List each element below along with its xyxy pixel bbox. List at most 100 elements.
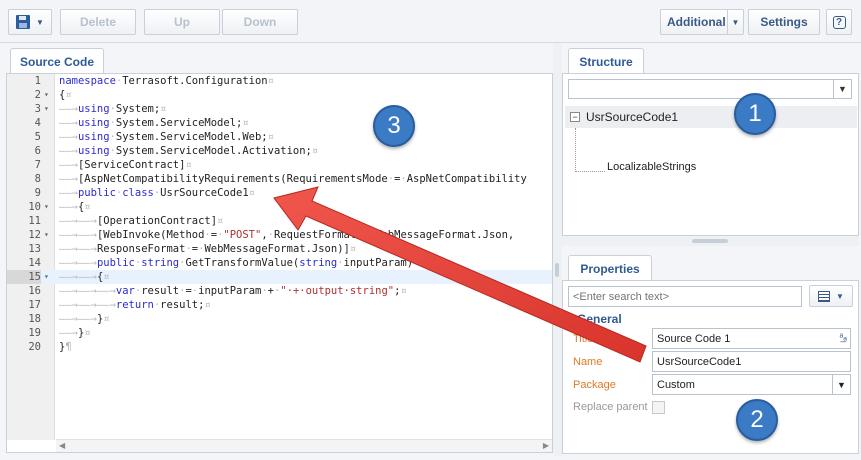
fold-toggle-icon[interactable]: ▾ — [44, 228, 49, 242]
line-number: 4 — [34, 117, 41, 129]
source-code-panel: Source Code 1 namespace·Terrasoft.Configu… — [6, 43, 553, 456]
line-number: 11 — [28, 215, 41, 227]
scroll-left-icon[interactable]: ◀ — [59, 441, 65, 450]
code-line[interactable]: 14 ——→——→public·string·GetTransformValue(… — [7, 256, 552, 270]
line-number: 19 — [28, 327, 41, 339]
save-button[interactable]: ▼ — [8, 9, 52, 35]
code-text: ——→——→——→var·result·=·inputParam·+·"·+·o… — [59, 285, 407, 297]
vertical-splitter[interactable] — [553, 43, 562, 456]
code-line[interactable]: 19 ——→}¤ — [7, 326, 552, 340]
code-text: ——→[AspNetCompatibilityRequirements(Requ… — [59, 173, 527, 185]
tab-structure[interactable]: Structure — [568, 48, 644, 74]
line-number: 15 — [7, 270, 41, 284]
help-icon: ? — [832, 15, 846, 29]
section-title-general[interactable]: General — [577, 312, 622, 326]
code-text: ——→——→{¤ — [59, 271, 110, 283]
code-line[interactable]: 1 namespace·Terrasoft.Configuration¤ — [7, 74, 552, 88]
code-line[interactable]: 16 ——→——→——→var·result·=·inputParam·+·"·+… — [7, 284, 552, 298]
fold-toggle-icon[interactable]: ▾ — [44, 88, 49, 102]
callout-badge-2: 2 — [736, 399, 778, 441]
chevron-down-icon[interactable]: ▼ — [36, 18, 44, 27]
horizontal-scrollbar[interactable]: ◀ ▶ — [56, 439, 552, 452]
line-number: 2 — [34, 89, 41, 101]
line-number: 17 — [28, 299, 41, 311]
callout-badge-1: 1 — [734, 93, 776, 135]
splitter-handle[interactable] — [692, 239, 728, 243]
code-line[interactable]: 8 ——→[AspNetCompatibilityRequirements(Req… — [7, 172, 552, 186]
name-field[interactable]: UsrSourceCode1 — [652, 351, 851, 372]
right-panel: Structure ▼ − UsrSourceCode1 Localizable… — [562, 43, 859, 456]
line-number: 18 — [28, 313, 41, 325]
chevron-down-icon[interactable]: ▼ — [832, 375, 850, 394]
code-text: ——→——→[OperationContract]¤ — [59, 215, 224, 227]
line-number: 8 — [34, 173, 41, 185]
code-line[interactable]: 18 ——→——→}¤ — [7, 312, 552, 326]
floppy-disk-icon — [16, 15, 31, 29]
code-line[interactable]: 7 ——→[ServiceContract]¤ — [7, 158, 552, 172]
translate-icon[interactable]: ᵃ̲ₐ — [840, 332, 847, 343]
tree-item-localizablestrings[interactable]: LocalizableStrings — [607, 161, 696, 173]
line-number: 10 — [28, 201, 41, 213]
help-button[interactable]: ? — [826, 9, 852, 35]
additional-button[interactable]: Additional ▼ — [660, 9, 744, 35]
scroll-right-icon[interactable]: ▶ — [543, 441, 549, 450]
code-line[interactable]: 12 ▾ ——→——→[WebInvoke(Method·=·"POST",·Req… — [7, 228, 552, 242]
fold-toggle-icon[interactable]: ▾ — [44, 102, 49, 116]
code-line[interactable]: 2 ▾ {¤ — [7, 88, 552, 102]
down-button[interactable]: Down — [222, 9, 298, 35]
delete-button[interactable]: Delete — [60, 9, 136, 35]
replace-parent-checkbox[interactable] — [652, 401, 665, 414]
chevron-down-icon: ▼ — [836, 291, 844, 301]
title-value: Source Code 1 — [657, 332, 731, 345]
view-mode-button[interactable]: ▼ — [809, 285, 853, 307]
code-editor[interactable]: 1 namespace·Terrasoft.Configuration¤ 2 ▾ {¤ 3… — [6, 73, 553, 453]
structure-select[interactable]: ▼ — [568, 79, 852, 99]
tab-source-code[interactable]: Source Code — [10, 48, 104, 74]
tree-item-usrsourcecode1[interactable]: − UsrSourceCode1 — [565, 106, 857, 128]
code-text: ——→——→——→return·result;¤ — [59, 299, 211, 311]
line-number: 6 — [34, 145, 41, 157]
code-line[interactable]: 13 ——→——→ResponseFormat·=·WebMessageForma… — [7, 242, 552, 256]
code-line[interactable]: 9 ——→public·class·UsrSourceCode1¤ — [7, 186, 552, 200]
code-line[interactable]: 10 ▾ ——→{¤ — [7, 200, 552, 214]
code-text: ——→{¤ — [59, 201, 91, 213]
chevron-down-icon[interactable]: ▼ — [833, 80, 851, 98]
title-label: Title — [573, 333, 594, 345]
horizontal-splitter[interactable] — [562, 236, 859, 246]
properties-panel: ▼ General Title Source Code 1 ᵃ̲ₐ Name U… — [562, 280, 859, 454]
code-line[interactable]: 17 ——→——→——→return·result;¤ — [7, 298, 552, 312]
code-line[interactable]: 5 ——→using·System.ServiceModel.Web;¤ — [7, 130, 552, 144]
title-field[interactable]: Source Code 1 ᵃ̲ₐ — [652, 328, 851, 349]
code-line[interactable]: 15 ▾ ——→——→{¤ — [7, 270, 552, 284]
line-number: 16 — [28, 285, 41, 297]
code-line[interactable]: 11 ——→——→[OperationContract]¤ — [7, 214, 552, 228]
tree-connector — [575, 171, 605, 172]
toolbar: ▼ Delete Up Down Additional ▼ Settings ? — [0, 0, 861, 43]
search-input[interactable] — [568, 286, 802, 307]
line-number: 13 — [28, 243, 41, 255]
fold-toggle-icon[interactable]: ▾ — [44, 200, 49, 214]
up-button[interactable]: Up — [144, 9, 220, 35]
code-line[interactable]: 20}¶ — [7, 340, 552, 354]
package-value: Custom — [657, 378, 695, 391]
code-text: ——→using·System;¤ — [59, 103, 167, 115]
line-number: 9 — [34, 187, 41, 199]
tree-connector — [575, 128, 576, 172]
code-text: ——→——→[WebInvoke(Method·=·"POST",·Reques… — [59, 229, 515, 241]
code-text: ——→}¤ — [59, 327, 91, 339]
collapse-toggle-icon[interactable]: − — [570, 112, 580, 122]
tab-properties[interactable]: Properties — [568, 255, 652, 281]
code-line[interactable]: 6 ——→using·System.ServiceModel.Activation… — [7, 144, 552, 158]
package-select[interactable]: Custom ▼ — [652, 374, 851, 395]
code-line[interactable]: 3 ▾ ——→using·System;¤ — [7, 102, 552, 116]
additional-dropdown-toggle[interactable]: ▼ — [727, 10, 743, 34]
splitter-handle[interactable] — [555, 263, 559, 277]
code-text: }¶ — [59, 341, 72, 353]
fold-toggle-icon[interactable]: ▾ — [44, 270, 49, 284]
line-number: 12 — [28, 229, 41, 241]
package-label: Package — [573, 379, 616, 391]
section-divider — [568, 319, 574, 320]
settings-button[interactable]: Settings — [748, 9, 820, 35]
code-text: namespace·Terrasoft.Configuration¤ — [59, 75, 274, 87]
code-line[interactable]: 4 ——→using·System.ServiceModel;¤ — [7, 116, 552, 130]
